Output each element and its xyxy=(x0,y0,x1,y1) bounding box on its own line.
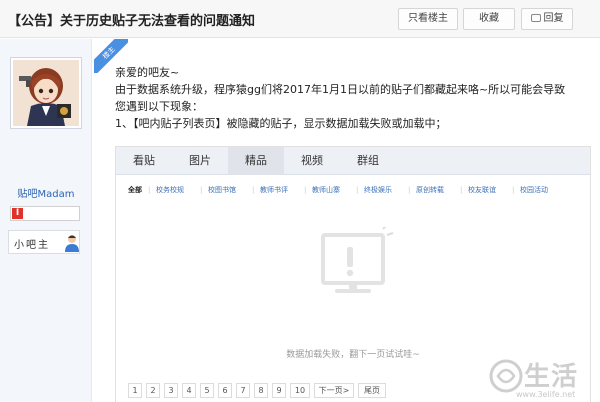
post-line-1: 由于数据系统升级，程序猿gg们将2017年1月1日以前的贴子们都藏起来咯~所以可… xyxy=(115,83,566,96)
post-header: 【公告】关于历史贴子无法查看的问题通知 只看楼主 收藏 回复 xyxy=(0,0,600,38)
category-separator: | xyxy=(148,186,151,194)
favorite-button[interactable]: 收藏 xyxy=(463,8,515,30)
page-button[interactable]: 10 xyxy=(290,383,310,398)
post-body: 亲爱的吧友~ 由于数据系统升级，程序猿gg们将2017年1月1日以前的贴子们都藏… xyxy=(115,64,585,132)
page-button[interactable]: 3 xyxy=(164,383,178,398)
category-item[interactable]: 校园活动 xyxy=(520,183,548,197)
role-badge: 小吧主 xyxy=(8,230,80,254)
reply-label: 回复 xyxy=(543,13,564,24)
post-greeting: 亲爱的吧友~ xyxy=(115,66,180,79)
moderator-icon xyxy=(65,235,79,252)
level-badge[interactable]: I xyxy=(10,206,80,221)
page-button[interactable]: 1 xyxy=(128,383,142,398)
tab-images[interactable]: 图片 xyxy=(172,147,228,175)
page-button[interactable]: 8 xyxy=(254,383,268,398)
category-separator: | xyxy=(304,186,307,194)
only-op-button[interactable]: 只看楼主 xyxy=(398,8,458,30)
role-label: 小吧主 xyxy=(14,240,50,251)
category-separator: | xyxy=(460,186,463,194)
category-item[interactable]: 教师山寨 xyxy=(312,183,340,197)
tab-featured[interactable]: 精品 xyxy=(228,147,284,175)
page-button[interactable]: 5 xyxy=(200,383,214,398)
author-sidebar: 贴吧Madam I 小吧主 xyxy=(0,39,92,402)
tab-groups[interactable]: 群组 xyxy=(340,147,396,175)
monitor-warning-icon xyxy=(321,227,394,293)
avatar-image xyxy=(13,60,79,126)
category-all[interactable]: 全部 xyxy=(128,183,142,197)
tab-bar: 看贴 图片 精品 视频 群组 xyxy=(116,147,590,175)
page-button[interactable]: 9 xyxy=(272,383,286,398)
page-button[interactable]: 6 xyxy=(218,383,232,398)
reply-button[interactable]: 回复 xyxy=(521,8,573,30)
page-button[interactable]: 4 xyxy=(182,383,196,398)
author-name[interactable]: 贴吧Madam xyxy=(0,185,92,200)
watermark-url: www.3elife.net xyxy=(516,390,576,399)
page-button[interactable]: 2 xyxy=(146,383,160,398)
category-item[interactable]: 校务校规 xyxy=(156,183,184,197)
post-title: 【公告】关于历史贴子无法查看的问题通知 xyxy=(8,14,256,29)
watermark-text: 生活 xyxy=(524,362,579,392)
tab-videos[interactable]: 视频 xyxy=(284,147,340,175)
post-line-3: 1、【吧内贴子列表页】被隐藏的贴子，显示数据加载失败或加载中； xyxy=(115,117,447,130)
category-separator: | xyxy=(512,186,515,194)
category-item[interactable]: 校友联谊 xyxy=(468,183,496,197)
last-page-button[interactable]: 尾页 xyxy=(358,383,386,398)
level-icon: I xyxy=(12,208,23,219)
category-item[interactable]: 原创转载 xyxy=(416,183,444,197)
category-nav: 全部 | 校务校规 | 校图书馆 | 教师书评 | 教师山寨 | 终极娱乐 | … xyxy=(116,183,590,197)
category-item[interactable]: 教师书评 xyxy=(260,183,288,197)
category-item[interactable]: 校图书馆 xyxy=(208,183,236,197)
category-separator: | xyxy=(408,186,411,194)
category-item[interactable]: 终极娱乐 xyxy=(364,183,392,197)
avatar-illustration xyxy=(13,60,79,126)
category-separator: | xyxy=(252,186,255,194)
next-page-button[interactable]: 下一页> xyxy=(314,383,354,398)
tab-posts[interactable]: 看贴 xyxy=(116,147,172,175)
site-watermark: 生活 www.3elife.net xyxy=(486,356,598,400)
avatar[interactable] xyxy=(10,57,82,129)
watermark-logo-icon xyxy=(489,359,523,393)
page-button[interactable]: 7 xyxy=(236,383,250,398)
category-separator: | xyxy=(200,186,203,194)
post-line-2: 您遇到以下现象： xyxy=(115,100,203,113)
reply-icon xyxy=(530,14,541,22)
category-separator: | xyxy=(356,186,359,194)
